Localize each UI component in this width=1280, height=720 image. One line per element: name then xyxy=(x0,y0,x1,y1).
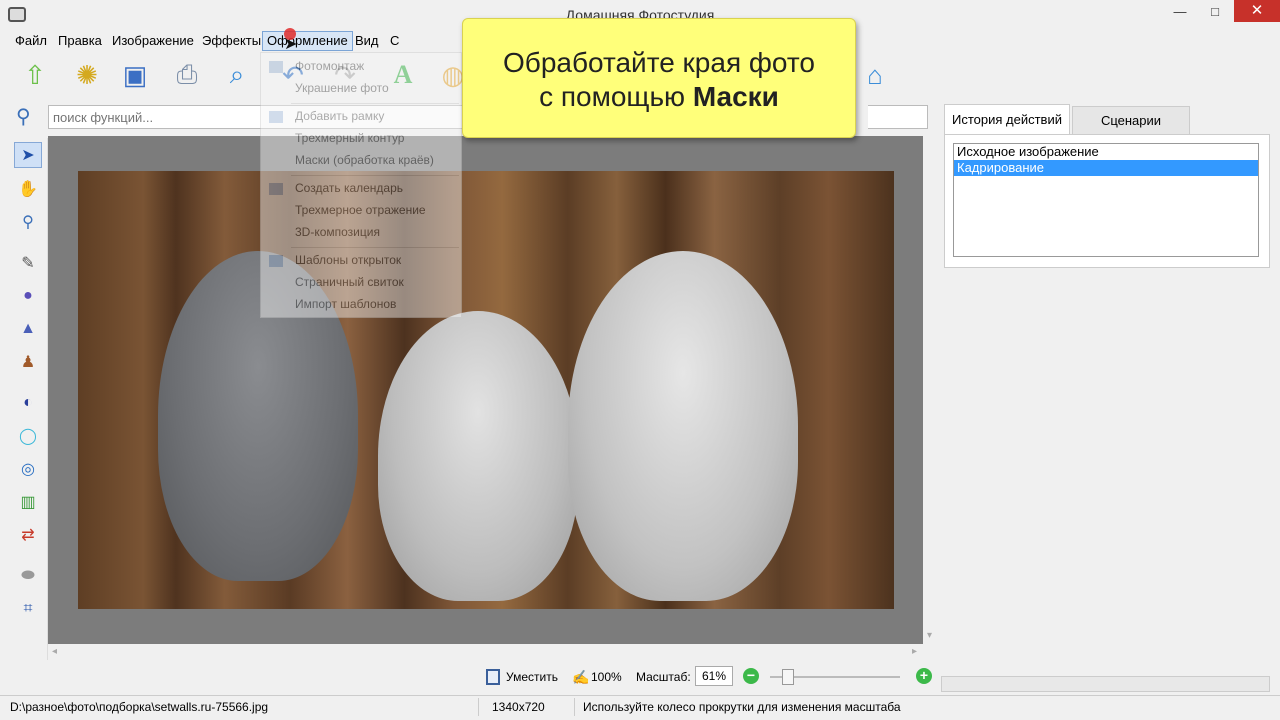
history-item[interactable]: Исходное изображение xyxy=(954,144,1258,160)
dropdown-separator xyxy=(291,175,459,176)
select-tool-icon[interactable]: ➤ xyxy=(14,142,42,168)
tool-palette: ➤ ✋ ⚲ ✎ ● ▲ ♟ ◐ ◯ ◎ ▥ ⇄ ⬬ ⌗ xyxy=(8,138,48,660)
design-menu-dropdown: Фотомонтаж Украшение фото Добавить рамку… xyxy=(260,52,462,318)
zoom-slider-thumb[interactable] xyxy=(782,669,794,685)
dropdown-item[interactable]: Добавить рамку xyxy=(295,109,384,123)
zoom-in-button[interactable]: + xyxy=(916,668,932,684)
replace-tool-icon[interactable]: ⇄ xyxy=(14,522,42,548)
home-icon[interactable]: ⌂ xyxy=(858,58,892,92)
print-icon[interactable]: ⎙ xyxy=(170,58,204,92)
zoom-preview-icon[interactable]: ⌕ xyxy=(220,58,254,92)
actual-size-icon[interactable]: ✍ xyxy=(572,669,589,686)
stamp-tool-icon[interactable]: ♟ xyxy=(14,349,42,375)
cat-right xyxy=(568,251,798,601)
templates-icon xyxy=(269,255,283,267)
right-panel: История действий Сценарии Исходное изобр… xyxy=(940,98,1280,670)
close-button[interactable]: ✕ xyxy=(1234,0,1280,22)
minimize-button[interactable]: — xyxy=(1166,4,1194,22)
file-path: D:\разное\фото\подборка\setwalls.ru-7556… xyxy=(10,700,269,714)
dropdown-item[interactable]: Шаблоны открыток xyxy=(295,253,401,267)
menu-effects[interactable]: Эффекты xyxy=(198,31,265,51)
status-separator xyxy=(574,698,575,716)
brush-tool-icon[interactable]: ✎ xyxy=(14,250,42,276)
mouse-cursor-icon: ➤ xyxy=(284,36,298,53)
open-folder-icon[interactable]: ⇧ xyxy=(18,58,52,92)
dropdown-item[interactable]: Трехмерное отражение xyxy=(295,203,426,217)
scale-label: Масштаб: xyxy=(636,670,691,684)
callout-line-1: Обработайте края фото xyxy=(503,47,815,78)
zoom-100-button[interactable]: 100% xyxy=(591,670,622,684)
ring-tool-icon[interactable]: ◎ xyxy=(14,456,42,482)
history-panel: Исходное изображение Кадрирование xyxy=(944,134,1270,268)
status-hint: Используйте колесо прокрутки для изменен… xyxy=(583,700,901,714)
callout-line-2-prefix: с помощью xyxy=(539,81,686,112)
menu-image[interactable]: Изображение xyxy=(108,31,198,51)
menu-view[interactable]: Вид xyxy=(351,31,383,51)
search-icon: ⚲ xyxy=(16,106,31,128)
scroll-right-icon[interactable]: ▸ xyxy=(912,646,917,657)
vertical-scrollbar[interactable]: ▾ xyxy=(923,136,939,644)
dropdown-item[interactable]: Страничный свиток xyxy=(295,275,404,289)
dropdown-item[interactable]: Фотомонтаж xyxy=(295,59,364,73)
tab-scenarios[interactable]: Сценарии xyxy=(1072,106,1190,134)
sharpen-tool-icon[interactable]: ▲ xyxy=(14,316,42,342)
crop-tool-icon[interactable]: ⌗ xyxy=(14,596,42,622)
scale-input[interactable]: 61% xyxy=(695,666,733,686)
status-separator xyxy=(478,698,479,716)
status-bar: D:\разное\фото\подборка\setwalls.ru-7556… xyxy=(0,695,1280,720)
menu-file[interactable]: Файл xyxy=(11,31,51,51)
callout-line-2-bold: Маски xyxy=(692,81,779,112)
history-list: Исходное изображение Кадрирование xyxy=(953,143,1259,257)
image-dimensions: 1340x720 xyxy=(492,700,545,714)
search-field-end xyxy=(868,105,928,129)
ellipse-select-icon[interactable]: ◐ xyxy=(14,390,42,416)
dropdown-item[interactable]: Украшение фото xyxy=(295,81,389,95)
zoom-tool-icon[interactable]: ⚲ xyxy=(14,209,42,235)
menu-edit[interactable]: Правка xyxy=(54,31,106,51)
gradient-tool-icon[interactable]: ▥ xyxy=(14,489,42,515)
photo-image xyxy=(78,171,894,609)
frame-icon xyxy=(269,111,283,123)
fit-screen-icon[interactable] xyxy=(486,669,500,685)
callout-line-2: с помощью Маски xyxy=(463,81,855,113)
menu-design[interactable]: Оформление xyxy=(262,31,353,51)
zoom-controls: Уместить ✍ 100% Масштаб: 61% − + xyxy=(480,665,940,691)
maximize-button[interactable]: □ xyxy=(1201,4,1229,22)
save-icon[interactable]: ▣ xyxy=(118,58,152,92)
horizontal-scrollbar[interactable]: ◂ ▸ xyxy=(48,644,923,660)
app-window: Домашняя Фотостудия — □ ✕ Файл Правка Из… xyxy=(0,0,1280,720)
tutorial-callout: Обработайте края фото с помощью Маски xyxy=(462,18,856,138)
calendar-icon xyxy=(269,183,283,195)
lasso-tool-icon[interactable]: ◯ xyxy=(14,423,42,449)
dropdown-item[interactable]: Маски (обработка краёв) xyxy=(295,153,434,167)
zoom-out-button[interactable]: − xyxy=(743,668,759,684)
menu-service[interactable]: С xyxy=(386,31,403,51)
scroll-left-icon[interactable]: ◂ xyxy=(52,646,57,657)
photomontage-icon xyxy=(269,61,283,73)
history-item-selected[interactable]: Кадрирование xyxy=(954,160,1258,176)
tab-history[interactable]: История действий xyxy=(944,104,1070,134)
dropdown-separator xyxy=(291,247,459,248)
dropdown-separator xyxy=(291,103,459,104)
dropdown-item[interactable]: 3D-композиция xyxy=(295,225,380,239)
progress-indicator xyxy=(941,676,1270,692)
scroll-down-icon[interactable]: ▾ xyxy=(927,630,932,641)
dropdown-item[interactable]: Импорт шаблонов xyxy=(295,297,396,311)
dropdown-item[interactable]: Создать календарь xyxy=(295,181,403,195)
zoom-fit-button[interactable]: Уместить xyxy=(506,670,558,684)
dropdown-item[interactable]: Трехмерный контур xyxy=(295,131,404,145)
hand-tool-icon[interactable]: ✋ xyxy=(14,176,42,202)
eraser-tool-icon[interactable]: ⬬ xyxy=(14,563,42,589)
blur-tool-icon[interactable]: ● xyxy=(14,283,42,309)
gear-film-icon[interactable]: ✺ xyxy=(70,58,104,92)
cat-middle xyxy=(378,311,578,601)
